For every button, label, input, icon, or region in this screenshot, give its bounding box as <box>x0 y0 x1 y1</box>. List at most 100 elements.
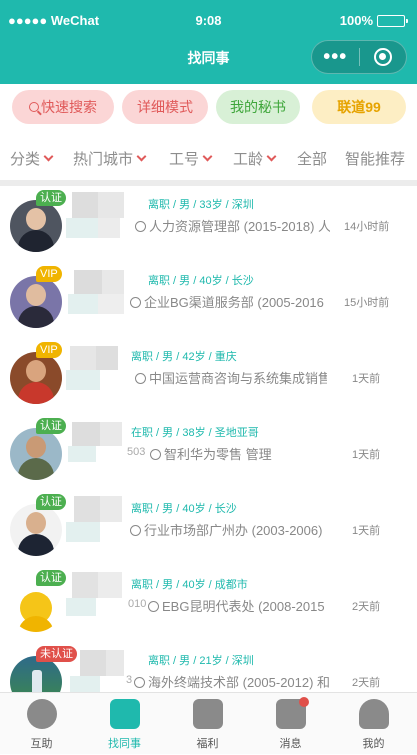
last-active: 15小时前 <box>344 297 390 309</box>
id-fragment: 010 <box>128 598 147 610</box>
liandao99-button[interactable]: 联道99 <box>312 90 406 124</box>
list-item[interactable]: 认证 离职 / 男 / 40岁 / 成都市 010 EBG昆明代表处 (2008… <box>0 566 417 642</box>
filter-hot-city[interactable]: 热门城市 <box>73 148 147 169</box>
list-item[interactable]: 认证 在职 / 男 / 38岁 / 圣地亚哥 503 智利华为零售 管理 1天前 <box>0 414 417 490</box>
my-secretary-button[interactable]: 我的秘书 <box>216 90 300 124</box>
department: 中国运营商咨询与系统集成销售 <box>135 368 327 387</box>
department: 人力资源管理部 (2015-2018) 人 <box>135 216 330 235</box>
target-icon <box>373 48 392 66</box>
profile-icon <box>359 699 389 729</box>
avatar <box>10 200 62 252</box>
chevron-down-icon <box>266 151 277 162</box>
detail-mode-label: 详细模式 <box>137 99 193 115</box>
battery-label: 100% <box>339 13 373 28</box>
filter-seniority[interactable]: 工龄 <box>233 148 277 169</box>
id-fragment: 503 <box>127 446 146 458</box>
unread-dot <box>299 697 309 707</box>
last-active: 14小时前 <box>344 221 390 233</box>
tab-find-colleague[interactable]: 找同事 <box>83 693 166 755</box>
filter-label: 热门城市 <box>73 151 134 168</box>
quick-search-button[interactable]: 快速搜索 <box>12 90 114 124</box>
list-item[interactable]: 未认证 离职 / 男 / 21岁 / 深圳 3 海外终端技术部 (2005-20… <box>0 642 417 692</box>
tab-label: 福利 <box>196 738 219 750</box>
last-active: 1天前 <box>352 449 381 461</box>
department: EBG昆明代表处 (2008-2015 <box>148 596 330 615</box>
filter-smart-recommend[interactable]: 智能推荐 <box>345 148 405 169</box>
person-info: 离职 / 男 / 40岁 / 长沙 <box>148 275 254 287</box>
header: ●●●●● WeChat 9:08 100% 找同事 ••• <box>0 0 417 84</box>
handshake-icon <box>27 699 57 729</box>
status-badge: 认证 <box>36 190 66 206</box>
my-secretary-label: 我的秘书 <box>230 99 286 115</box>
person-info: 离职 / 男 / 33岁 / 深圳 <box>148 199 254 211</box>
filter-label: 工号 <box>169 151 200 168</box>
colleague-icon <box>110 699 140 729</box>
briefcase-icon <box>148 601 159 612</box>
tab-mutual-help[interactable]: 互助 <box>0 693 83 755</box>
filter-label: 工龄 <box>233 151 264 168</box>
tab-label: 消息 <box>279 738 302 750</box>
avatar <box>10 504 62 556</box>
id-fragment: 3 <box>126 674 133 686</box>
colleague-list: 认证 离职 / 男 / 33岁 / 深圳 人力资源管理部 (2015-2018)… <box>0 186 417 692</box>
status-badge: 认证 <box>36 570 66 586</box>
blurred-name <box>66 344 126 394</box>
tab-label: 找同事 <box>108 738 141 750</box>
avatar <box>10 276 62 328</box>
briefcase-icon <box>134 677 145 688</box>
department: 海外终端技术部 (2005-2012) 和 <box>134 672 330 691</box>
list-item[interactable]: VIP 离职 / 男 / 42岁 / 重庆 中国运营商咨询与系统集成销售 1天前 <box>0 338 417 414</box>
search-icon <box>29 102 39 112</box>
quick-search-label: 快速搜索 <box>41 99 97 115</box>
filter-label: 全部 <box>297 151 328 168</box>
last-active: 2天前 <box>352 601 381 613</box>
last-active: 1天前 <box>352 525 381 537</box>
status-badge: VIP <box>36 342 62 358</box>
status-badge: 认证 <box>36 494 66 510</box>
filter-bar: 分类 热门城市 工号 工龄 全部 智能推荐 <box>0 138 417 178</box>
more-button[interactable]: ••• <box>312 47 359 67</box>
blurred-name <box>66 420 126 470</box>
last-active: 1天前 <box>352 373 381 385</box>
avatar <box>10 428 62 480</box>
tab-label: 我的 <box>362 738 385 750</box>
liandao99-label: 联道99 <box>337 99 381 115</box>
blurred-name <box>66 572 126 622</box>
chevron-down-icon <box>136 151 147 162</box>
battery-icon <box>377 14 408 27</box>
tab-profile[interactable]: 我的 <box>332 693 415 755</box>
close-button[interactable] <box>360 48 407 66</box>
person-info: 离职 / 男 / 21岁 / 深圳 <box>148 655 254 667</box>
person-info: 离职 / 男 / 40岁 / 长沙 <box>131 503 237 515</box>
avatar <box>10 352 62 404</box>
quick-actions: 快速搜索 详细模式 我的秘书 联道99 <box>0 90 417 130</box>
avatar <box>10 580 62 632</box>
tab-label: 互助 <box>30 738 53 750</box>
filter-employee-id[interactable]: 工号 <box>169 148 213 169</box>
blurred-name <box>66 648 126 692</box>
detail-mode-button[interactable]: 详细模式 <box>122 90 208 124</box>
miniprogram-capsule: ••• <box>311 40 407 74</box>
tab-bar: 互助 找同事 福利 消息 我的 <box>0 692 417 754</box>
filter-category[interactable]: 分类 <box>10 148 54 169</box>
last-active: 2天前 <box>352 677 381 689</box>
chevron-down-icon <box>202 151 213 162</box>
list-item[interactable]: 认证 离职 / 男 / 33岁 / 深圳 人力资源管理部 (2015-2018)… <box>0 186 417 262</box>
status-bar: ●●●●● WeChat 9:08 100% <box>0 0 417 40</box>
briefcase-icon <box>130 525 141 536</box>
tab-messages[interactable]: 消息 <box>249 693 332 755</box>
person-info: 离职 / 男 / 40岁 / 成都市 <box>131 579 248 591</box>
status-badge: VIP <box>36 266 62 282</box>
person-info: 离职 / 男 / 42岁 / 重庆 <box>131 351 237 363</box>
list-item[interactable]: VIP 离职 / 男 / 40岁 / 长沙 企业BG渠道服务部 (2005-20… <box>0 262 417 338</box>
tab-benefits[interactable]: 福利 <box>166 693 249 755</box>
department: 企业BG渠道服务部 (2005-2016 <box>130 292 326 311</box>
list-item[interactable]: 认证 离职 / 男 / 40岁 / 长沙 行业市场部广州办 (2003-2006… <box>0 490 417 566</box>
filter-all[interactable]: 全部 <box>297 148 327 169</box>
department: 智利华为零售 管理 <box>150 444 330 463</box>
filter-label: 智能推荐 <box>345 151 406 168</box>
filter-label: 分类 <box>10 151 41 168</box>
chevron-down-icon <box>43 151 54 162</box>
person-info: 在职 / 男 / 38岁 / 圣地亚哥 <box>131 427 259 439</box>
blurred-name <box>66 496 126 546</box>
